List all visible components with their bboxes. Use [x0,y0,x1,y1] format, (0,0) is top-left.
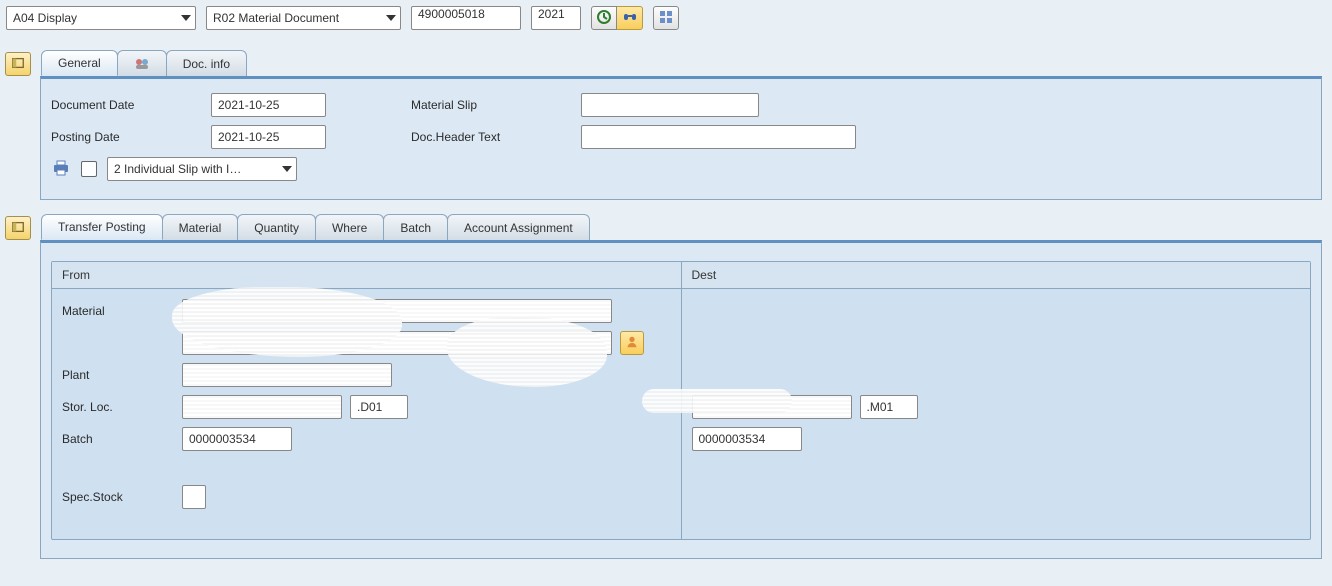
from-plant-input[interactable] [182,363,392,387]
printer-icon [51,159,71,180]
chevron-down-icon [282,166,292,172]
plant-label: Plant [62,368,182,382]
find-button[interactable] [617,6,643,30]
tab-transfer-posting-label: Transfer Posting [58,220,146,234]
chevron-down-icon [386,15,396,21]
redacted-overlay [642,389,792,413]
from-batch-input[interactable]: 0000003534 [182,427,292,451]
tab-where-label: Where [332,221,367,235]
partner-icon [134,56,150,72]
print-checkbox[interactable] [81,161,97,177]
slip-type-select[interactable]: 2 Individual Slip with I… [107,157,297,181]
doc-type-select-value: R02 Material Document [213,11,339,25]
slip-type-value: 2 Individual Slip with I… [114,162,241,176]
tab-doc-info[interactable]: Doc. info [166,50,247,76]
tab-account-assignment[interactable]: Account Assignment [447,214,590,240]
action-select-value: A04 Display [13,11,77,25]
tab-partner[interactable] [117,50,167,76]
posting-date-value: 2021-10-25 [218,130,279,144]
collapse-detail-button[interactable] [5,216,31,240]
tab-material[interactable]: Material [162,214,239,240]
material-search-button[interactable] [620,331,644,355]
spec-stock-label: Spec.Stock [62,490,182,504]
execute-button[interactable] [591,6,617,30]
person-search-icon [625,335,639,352]
from-label: From [62,268,90,282]
tab-doc-info-label: Doc. info [183,57,230,71]
doc-number-value: 4900005018 [418,7,485,21]
doc-header-text-input[interactable] [581,125,856,149]
collapse-header-button[interactable] [5,52,31,76]
tab-quantity-label: Quantity [254,221,299,235]
posting-date-label: Posting Date [51,130,211,144]
doc-type-select[interactable]: R02 Material Document [206,6,401,30]
grid-icon [658,9,674,28]
chevron-down-icon [181,15,191,21]
document-date-input[interactable]: 2021-10-25 [211,93,326,117]
binoculars-icon [622,9,638,28]
doc-header-text-label: Doc.Header Text [411,130,581,144]
year-value: 2021 [538,7,565,21]
tab-general-label: General [58,56,101,70]
year-input[interactable]: 2021 [531,6,581,30]
material-slip-label: Material Slip [411,98,581,112]
action-select[interactable]: A04 Display [6,6,196,30]
stor-loc-label: Stor. Loc. [62,400,182,414]
from-stor-loc-desc-input[interactable] [182,395,342,419]
batch-label: Batch [62,432,182,446]
from-spec-stock-input[interactable] [182,485,206,509]
from-header: From [52,262,681,289]
dest-stor-loc-code-value: .M01 [867,400,894,414]
posting-date-input[interactable]: 2021-10-25 [211,125,326,149]
dest-stor-loc-code-input[interactable]: .M01 [860,395,918,419]
material-label: Material [62,304,182,318]
material-slip-input[interactable] [581,93,759,117]
from-stor-loc-code-input[interactable]: .D01 [350,395,408,419]
tab-material-label: Material [179,221,222,235]
from-batch-value: 0000003534 [189,432,256,446]
tab-batch-label: Batch [400,221,431,235]
dest-label: Dest [692,268,717,282]
execute-icon [596,9,612,28]
overview-button[interactable] [653,6,679,30]
from-stor-loc-code-value: .D01 [357,400,382,414]
tab-batch[interactable]: Batch [383,214,448,240]
dest-header: Dest [682,262,1311,289]
collapse-icon [11,220,25,237]
document-date-label: Document Date [51,98,211,112]
document-date-value: 2021-10-25 [218,98,279,112]
tab-general[interactable]: General [41,50,118,76]
tab-account-assignment-label: Account Assignment [464,221,573,235]
dest-batch-value: 0000003534 [699,432,766,446]
tab-where[interactable]: Where [315,214,384,240]
collapse-icon [11,56,25,73]
dest-batch-input[interactable]: 0000003534 [692,427,802,451]
tab-transfer-posting[interactable]: Transfer Posting [41,214,163,240]
tab-quantity[interactable]: Quantity [237,214,316,240]
doc-number-input[interactable]: 4900005018 [411,6,521,30]
